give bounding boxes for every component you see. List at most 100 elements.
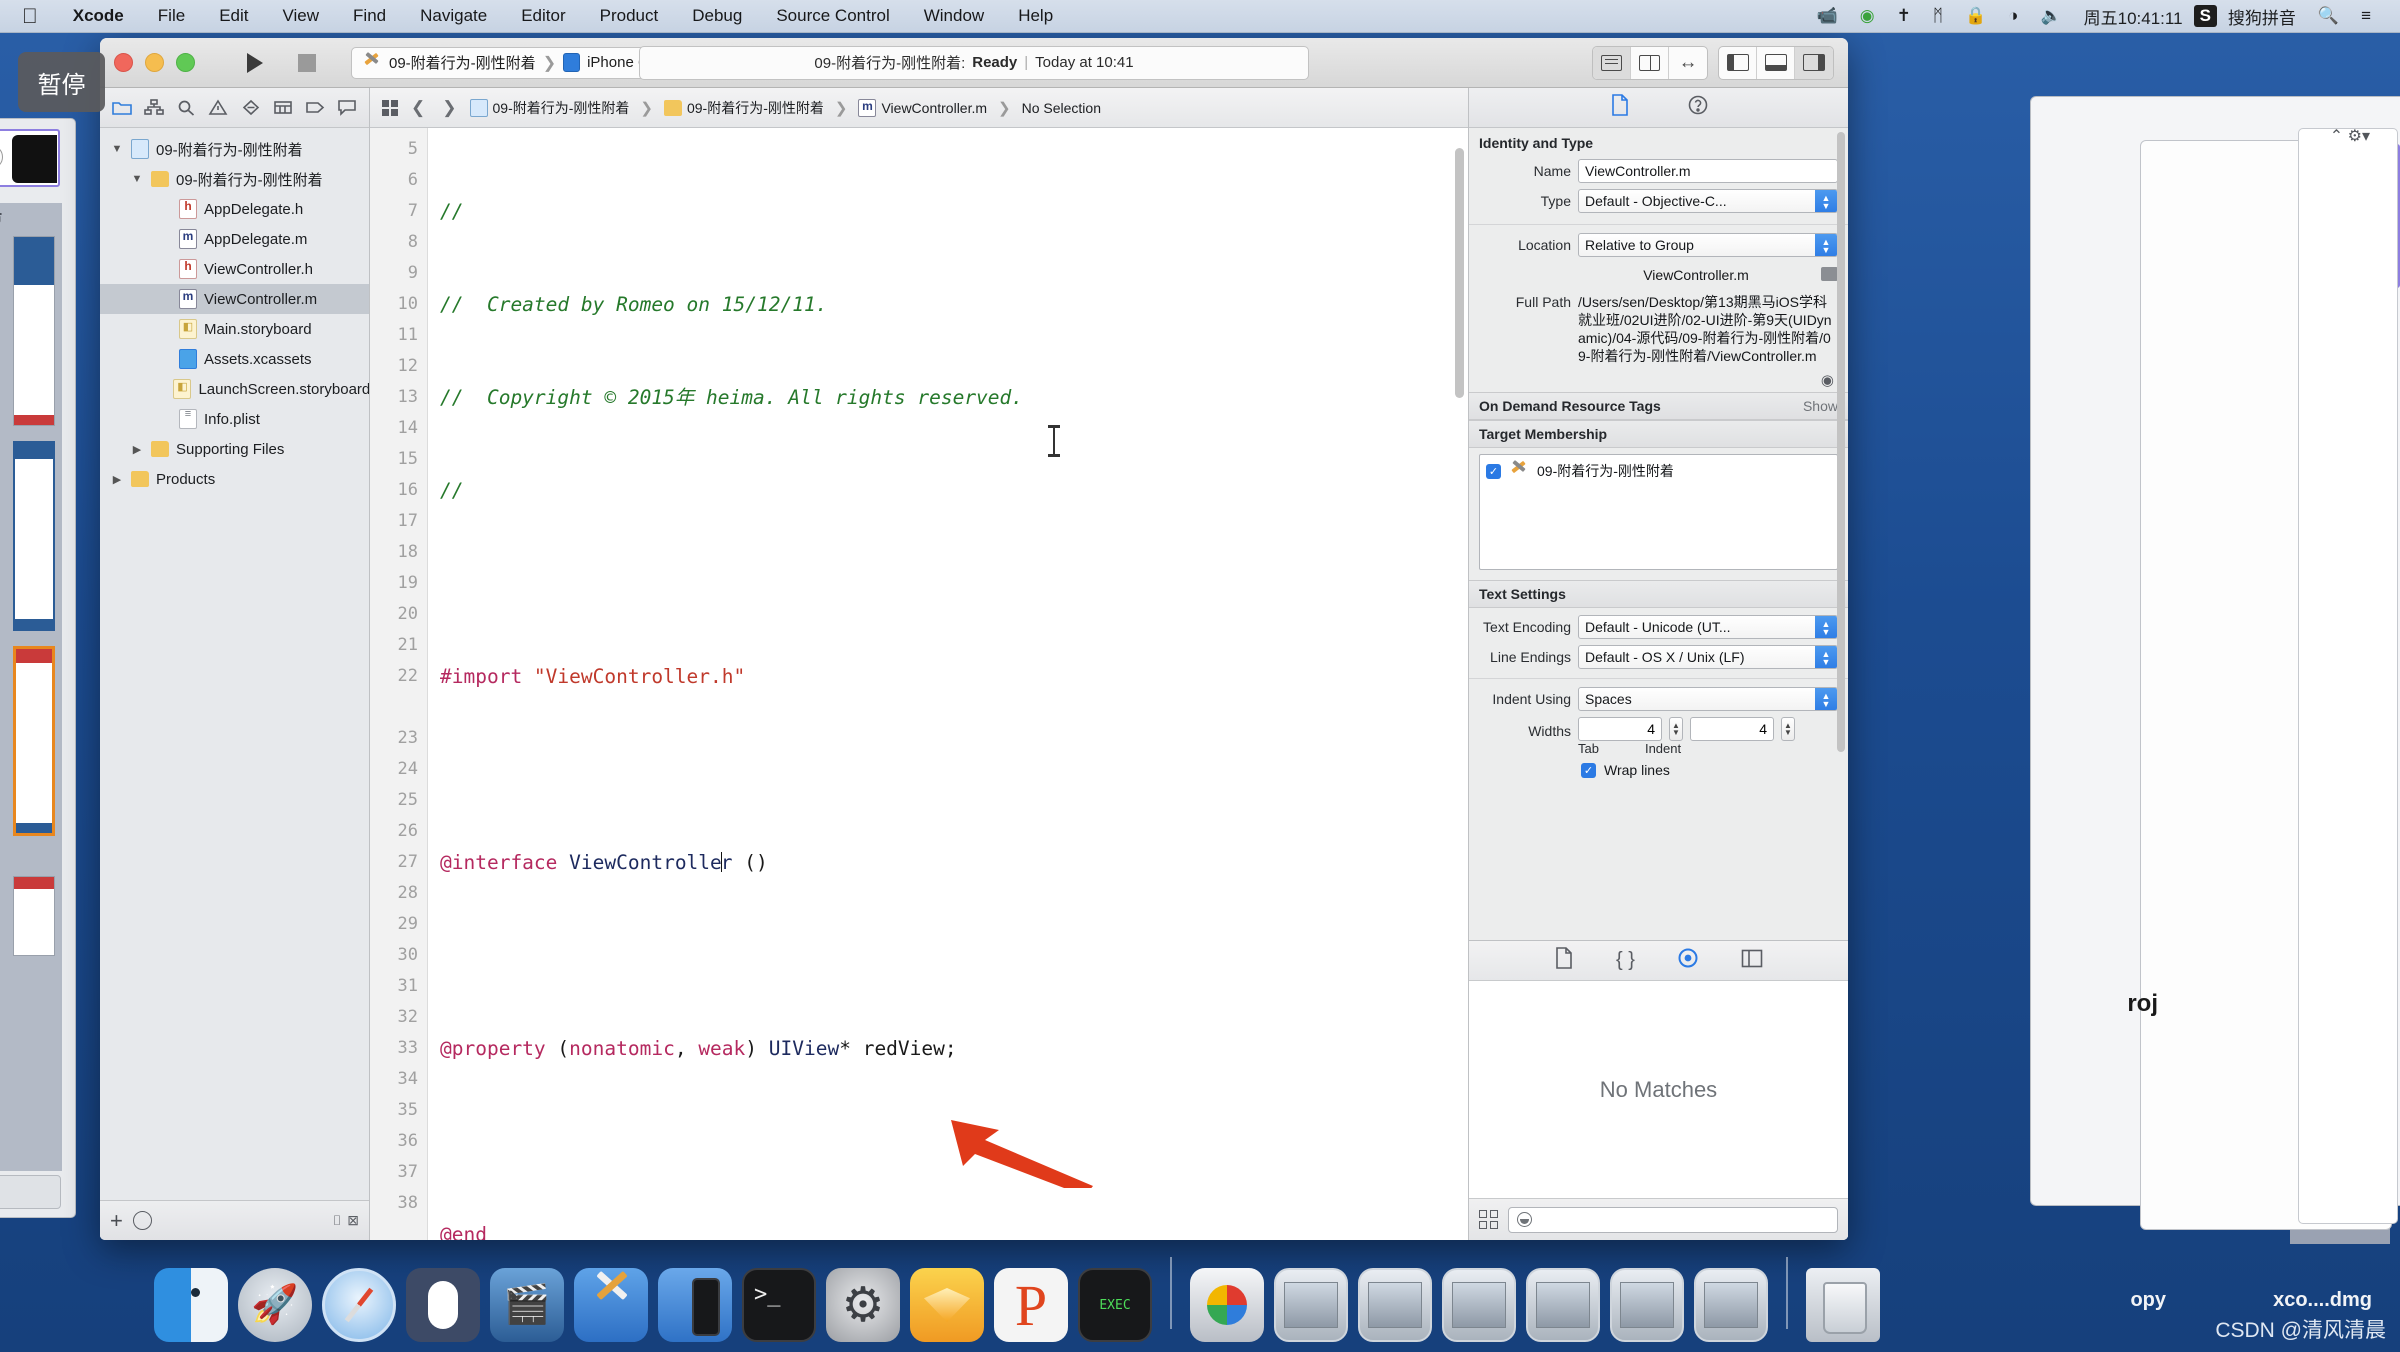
type-popup[interactable]: Default - Objective-C... ▲▼ bbox=[1578, 189, 1838, 213]
tree-item-info-plist[interactable]: ▶ Info.plist bbox=[100, 404, 369, 434]
menu-debug[interactable]: Debug bbox=[675, 6, 759, 26]
editor-scrollbar[interactable] bbox=[1455, 148, 1464, 398]
text-encoding-row[interactable]: Text Encoding Default - Unicode (UT... ▲… bbox=[1469, 608, 1848, 642]
filter-circle-icon[interactable] bbox=[133, 1211, 152, 1230]
related-items-icon[interactable] bbox=[382, 100, 398, 116]
wrap-lines-row[interactable]: ✓ Wrap lines bbox=[1469, 756, 1848, 786]
choose-folder-icon[interactable] bbox=[1821, 267, 1838, 281]
dock-item-launchpad[interactable] bbox=[238, 1268, 312, 1342]
jump-bar[interactable]: ❮ ❯ 09-附着行为-刚性附着 ❯ 09-附着行为-刚性附着 ❯ ViewCo bbox=[370, 88, 1468, 128]
ime-badge[interactable]: S bbox=[2194, 5, 2217, 27]
breadcrumb-file[interactable]: ViewController.m bbox=[858, 99, 987, 117]
source-editor-pane[interactable]: ❮ ❯ 09-附着行为-刚性附着 ❯ 09-附着行为-刚性附着 ❯ ViewCo bbox=[370, 88, 1468, 1240]
background-window-toolbar[interactable] bbox=[0, 1175, 61, 1209]
volume-icon[interactable]: 🔈 bbox=[2029, 6, 2072, 26]
lock-icon[interactable]: 🔒 bbox=[1954, 6, 1997, 26]
reveal-row[interactable]: ◉ bbox=[1469, 368, 1848, 392]
dock-item-pages[interactable] bbox=[994, 1268, 1068, 1342]
dock-item-sketch[interactable] bbox=[910, 1268, 984, 1342]
background-slide-row[interactable]: 1 bbox=[0, 232, 62, 437]
background-window-scroll-column[interactable] bbox=[2298, 128, 2398, 1224]
breadcrumb-group[interactable]: 09-附着行为-刚性附着 bbox=[664, 98, 824, 118]
tab-object-library[interactable] bbox=[1677, 947, 1699, 974]
menu-find[interactable]: Find bbox=[336, 6, 403, 26]
menu-editor[interactable]: Editor bbox=[504, 6, 582, 26]
tree-item-group[interactable]: ▼ 09-附着行为-刚性附着 bbox=[100, 164, 369, 194]
background-slide-list[interactable]: 默认节 1 2 ⟳ 3 ⟳ UIDyn 4 ⟳ bbox=[0, 203, 62, 1171]
tab-issue-navigator[interactable] bbox=[205, 96, 231, 120]
inspector-scrollbar[interactable] bbox=[1837, 132, 1845, 752]
dock-item-media-player[interactable] bbox=[1190, 1268, 1264, 1342]
tab-debug-navigator[interactable] bbox=[270, 96, 296, 120]
tab-width-field[interactable]: 4 bbox=[1578, 717, 1662, 741]
target-membership-header[interactable]: Target Membership bbox=[1469, 420, 1848, 448]
indent-width-field[interactable]: 4 bbox=[1690, 717, 1774, 741]
dock[interactable] bbox=[140, 1244, 2260, 1348]
dock-minimized-window-4[interactable] bbox=[1526, 1268, 1600, 1342]
navigator-footer[interactable]: + ⌷ ⊠ bbox=[100, 1200, 369, 1240]
disclosure-triangle-icon[interactable]: ▶ bbox=[110, 473, 124, 486]
library-pane[interactable]: { } No Matches bbox=[1469, 940, 1848, 1240]
line-endings-row[interactable]: Line Endings Default - OS X / Unix (LF) … bbox=[1469, 642, 1848, 672]
tree-item-launchscreen[interactable]: ▶ LaunchScreen.storyboard bbox=[100, 374, 369, 404]
disclosure-triangle-icon[interactable]: ▶ bbox=[130, 443, 144, 456]
tab-test-navigator[interactable] bbox=[238, 96, 264, 120]
dock-minimized-window-2[interactable] bbox=[1358, 1268, 1432, 1342]
line-endings-popup[interactable]: Default - OS X / Unix (LF) ▲▼ bbox=[1578, 645, 1838, 669]
menu-help[interactable]: Help bbox=[1001, 6, 1070, 26]
dock-item-simulator[interactable] bbox=[658, 1268, 732, 1342]
code-area[interactable]: 5 6 7 8 9 10 11 12 13 14 15 16 17 18 bbox=[370, 128, 1468, 1240]
airplay-icon[interactable]: ✝ bbox=[1886, 6, 1922, 26]
library-search-input[interactable] bbox=[1508, 1207, 1838, 1233]
tree-item-supporting-files[interactable]: ▶ Supporting Files bbox=[100, 434, 369, 464]
dock-item-mouse-utility[interactable] bbox=[406, 1268, 480, 1342]
inspector-content[interactable]: Identity and Type Name ViewController.m … bbox=[1469, 128, 1848, 940]
tree-item-viewcontroller-m[interactable]: ▶ ViewController.m bbox=[100, 284, 369, 314]
close-button[interactable] bbox=[114, 53, 133, 72]
pane-toggle-segmented[interactable] bbox=[1718, 46, 1834, 80]
tab-code-snippet-library[interactable]: { } bbox=[1616, 949, 1635, 972]
screen-recording-icon[interactable]: 📹 bbox=[1806, 6, 1849, 26]
window-controls[interactable] bbox=[114, 53, 195, 72]
utilities-toggle-button[interactable] bbox=[1795, 47, 1833, 79]
indent-using-popup[interactable]: Spaces ▲▼ bbox=[1578, 687, 1838, 711]
text-encoding-popup[interactable]: Default - Unicode (UT... ▲▼ bbox=[1578, 615, 1838, 639]
tab-find-navigator[interactable] bbox=[173, 96, 199, 120]
background-window-keynote[interactable]: ◀ 默认节 1 2 ⟳ 3 ⟳ UIDyn 4 ⟳ bbox=[0, 118, 76, 1218]
stop-button[interactable] bbox=[281, 46, 333, 80]
location-row[interactable]: Location Relative to Group ▲▼ bbox=[1469, 224, 1848, 260]
target-membership-list[interactable]: ✓ 09-附着行为-刚性附着 bbox=[1479, 454, 1838, 570]
slide-thumbnail[interactable] bbox=[13, 876, 55, 956]
dock-minimized-window-6[interactable] bbox=[1694, 1268, 1768, 1342]
menu-file[interactable]: File bbox=[141, 6, 202, 26]
run-button[interactable] bbox=[229, 46, 281, 80]
menu-navigate[interactable]: Navigate bbox=[403, 6, 504, 26]
play-circle-icon[interactable]: ◉ bbox=[1849, 6, 1886, 26]
slide-thumbnail[interactable] bbox=[13, 236, 55, 426]
inspector-tab-bar[interactable] bbox=[1469, 88, 1848, 128]
recent-icon[interactable]: ⊠ bbox=[347, 1212, 359, 1229]
dock-item-safari[interactable] bbox=[322, 1268, 396, 1342]
tree-item-project[interactable]: ▼ 09-附着行为-刚性附着 bbox=[100, 134, 369, 164]
indent-using-row[interactable]: Indent Using Spaces ▲▼ bbox=[1469, 678, 1848, 714]
background-slide-row[interactable]: 4 ⟳ bbox=[0, 872, 62, 962]
on-demand-show-button[interactable]: Show bbox=[1803, 398, 1838, 414]
menu-xcode[interactable]: Xcode bbox=[56, 6, 141, 26]
type-row[interactable]: Type Default - Objective-C... ▲▼ bbox=[1469, 186, 1848, 216]
breadcrumb-project[interactable]: 09-附着行为-刚性附着 bbox=[470, 98, 630, 118]
menubar[interactable]:  Xcode File Edit View Find Navigate Edi… bbox=[0, 0, 2400, 33]
menu-source-control[interactable]: Source Control bbox=[759, 6, 906, 26]
menu-edit[interactable]: Edit bbox=[202, 6, 265, 26]
widths-row[interactable]: Widths 4 ▲▼ 4 ▲▼ bbox=[1469, 714, 1848, 741]
chevron-right-icon[interactable]: ❯ bbox=[438, 98, 460, 118]
name-row[interactable]: Name ViewController.m bbox=[1469, 156, 1848, 186]
ime-label[interactable]: 搜狗拼音 bbox=[2217, 4, 2307, 29]
gear-icon[interactable]: ⌃ ⚙▾ bbox=[2330, 126, 2370, 146]
background-slide-row[interactable]: 2 ⟳ bbox=[0, 437, 62, 642]
menu-view[interactable]: View bbox=[265, 6, 336, 26]
menu-product[interactable]: Product bbox=[583, 6, 676, 26]
tree-item-appdelegate-m[interactable]: ▶ AppDelegate.m bbox=[100, 224, 369, 254]
xcode-toolbar[interactable]: 09-附着行为-刚性附着 ❯ iPhone 6s 09-附着行为-刚性附着: R… bbox=[100, 38, 1848, 88]
apple-logo-icon[interactable]:  bbox=[0, 6, 56, 27]
library-tab-bar[interactable]: { } bbox=[1469, 941, 1848, 981]
